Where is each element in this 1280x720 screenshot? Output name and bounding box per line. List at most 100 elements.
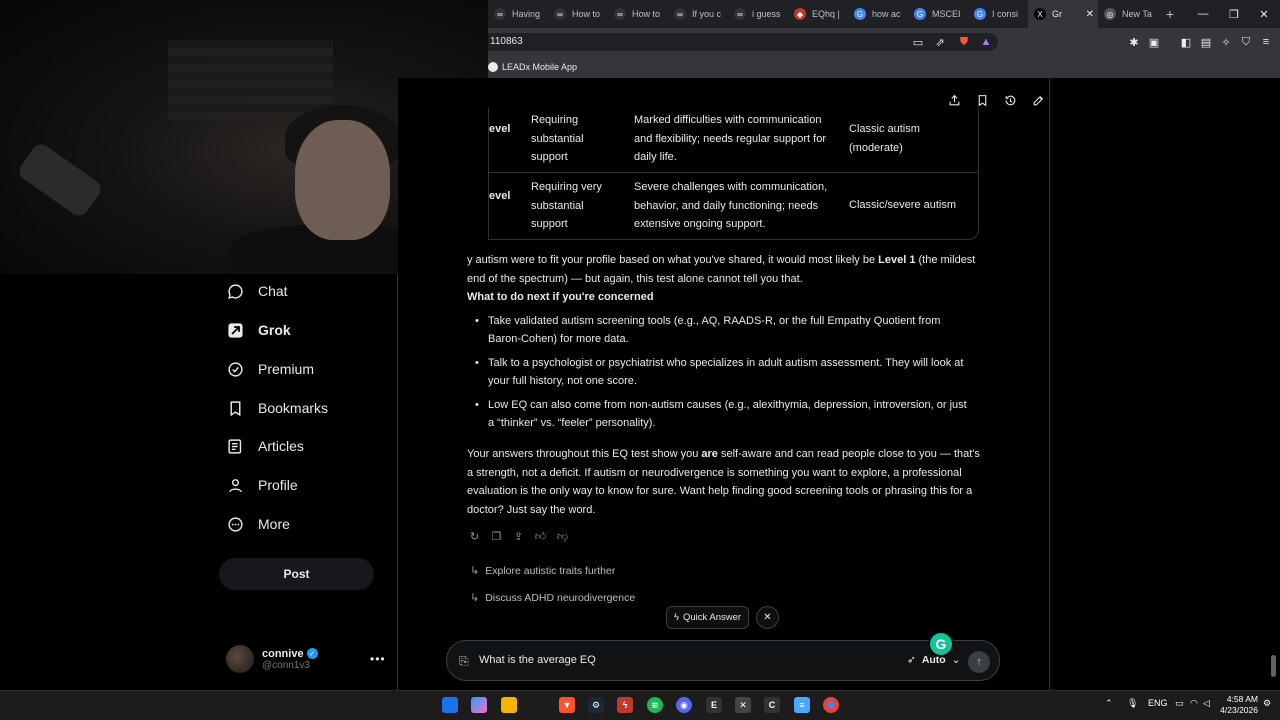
steam-icon[interactable]: ⚙: [588, 697, 604, 713]
new-chat-icon[interactable]: [1030, 92, 1046, 108]
new-tab-button[interactable]: +: [1158, 0, 1182, 28]
rocket-icon: ➶: [907, 654, 916, 666]
sidebar-item-grok[interactable]: Grok: [226, 318, 291, 342]
tab[interactable]: ∞ If you c: [668, 0, 728, 28]
leo-ai-icon[interactable]: ✧: [1218, 34, 1234, 50]
microphone-icon[interactable]: 🎙︎: [1127, 698, 1138, 709]
account-more-icon[interactable]: •••: [370, 652, 386, 666]
chat-toolbar: [946, 92, 1046, 108]
regenerate-icon[interactable]: ↻: [468, 530, 481, 543]
bookmarks-bar: LEADx Mobile App: [488, 56, 1280, 78]
grok-icon: [226, 321, 244, 339]
copy-icon[interactable]: ❐: [490, 530, 503, 543]
cast-icon[interactable]: ▭: [910, 34, 926, 50]
autism-levels-table: evel Requiring substantial support Marke…: [488, 108, 979, 240]
page-scrollbar[interactable]: [1271, 655, 1276, 677]
close-tab-icon[interactable]: ✕: [1086, 9, 1094, 20]
attach-icon[interactable]: ⎘: [459, 654, 469, 669]
x-sidebar: [0, 274, 398, 690]
spotify-icon[interactable]: ≋: [647, 697, 663, 713]
thumbs-up-icon[interactable]: 👍︎: [534, 530, 547, 543]
message-composer[interactable]: ⎘ What is the average EQ ➶ Auto ⌄ ↑: [446, 640, 1000, 681]
wallet-icon[interactable]: ▤: [1198, 34, 1214, 50]
system-clock[interactable]: 4:58 AM 4/23/2026: [1208, 694, 1258, 716]
tab[interactable]: GI consi: [968, 0, 1028, 28]
notifications-icon[interactable]: ⚙: [1263, 698, 1271, 709]
sidebar-toggle-icon[interactable]: ◧: [1178, 34, 1194, 50]
epic-games-icon[interactable]: E: [706, 697, 722, 713]
thumbs-down-icon[interactable]: 👎︎: [556, 530, 569, 543]
sidebar-item-label: Profile: [258, 477, 298, 493]
close-quick-answer-icon[interactable]: ✕: [756, 606, 779, 629]
wifi-icon[interactable]: ◠: [1190, 698, 1198, 709]
app-c-icon[interactable]: C: [764, 697, 780, 713]
sidebar-item-premium[interactable]: Premium: [226, 357, 314, 381]
avatar: [226, 645, 254, 673]
tab-active[interactable]: X Gr ✕: [1028, 0, 1098, 28]
sidebar-item-label: More: [258, 516, 290, 532]
message-input[interactable]: What is the average EQ: [479, 654, 596, 666]
language-indicator[interactable]: ENG: [1148, 698, 1168, 708]
tab-favicon-icon: G: [854, 8, 866, 20]
xbox-icon[interactable]: ✕: [735, 697, 751, 713]
background-flag: [168, 40, 333, 120]
article-icon: [226, 437, 244, 455]
bookmark-icon[interactable]: [974, 92, 990, 108]
tab[interactable]: ∞ How to: [608, 0, 668, 28]
tab-favicon-icon: ∞: [554, 8, 566, 20]
share-icon[interactable]: [946, 92, 962, 108]
chrome-icon[interactable]: [823, 697, 839, 713]
app-icon[interactable]: ϟ: [617, 697, 633, 713]
mode-selector[interactable]: ➶ Auto ⌄: [907, 654, 961, 666]
tab[interactable]: ◎ New Ta: [1098, 0, 1158, 28]
windows-start-icon[interactable]: [442, 697, 458, 713]
menu-icon[interactable]: ≡: [1258, 34, 1274, 50]
sidebar-item-label: Bookmarks: [258, 400, 329, 416]
tab[interactable]: G MSCEI: [908, 0, 968, 28]
minimize-icon[interactable]: —: [1187, 0, 1219, 28]
brave-shield-icon[interactable]: ⛊: [956, 34, 972, 50]
account-switcher[interactable]: connive ✓ @conn1v3: [226, 645, 318, 673]
follow-up-arrow-icon: ↳: [470, 592, 480, 604]
network-icon[interactable]: ▭: [1175, 698, 1184, 709]
tab[interactable]: ∞ Having: [488, 0, 548, 28]
account-name: connive ✓: [262, 648, 318, 660]
discord-icon[interactable]: ◉: [676, 697, 692, 713]
tab[interactable]: ◆ EQhq |: [788, 0, 848, 28]
list-item: Take validated autism screening tools (e…: [475, 312, 975, 348]
post-button[interactable]: Post: [219, 558, 374, 590]
sidebar-item-profile[interactable]: Profile: [226, 473, 298, 497]
tab[interactable]: ∞ i guess: [728, 0, 788, 28]
extensions-icon[interactable]: ✱: [1126, 34, 1142, 50]
tab[interactable]: Ghow ac: [848, 0, 908, 28]
sidebar-item-chat[interactable]: Chat: [226, 279, 288, 303]
history-icon[interactable]: [1002, 92, 1018, 108]
sidebar-item-bookmarks[interactable]: Bookmarks: [226, 396, 328, 420]
sidebar-item-more[interactable]: More: [226, 512, 290, 536]
tab[interactable]: ∞ How to: [548, 0, 608, 28]
share-icon[interactable]: ⇗: [932, 34, 948, 50]
quick-answer-button[interactable]: ϟ Quick Answer: [666, 606, 749, 629]
account-handle: @conn1v3: [262, 659, 310, 671]
sidebar-item-articles[interactable]: Articles: [226, 434, 304, 458]
suggestion-discuss-adhd[interactable]: ↳ Discuss ADHD neurodivergence: [470, 591, 635, 605]
brave-browser-icon[interactable]: ▼: [559, 697, 575, 713]
grammarly-icon[interactable]: G: [928, 631, 954, 657]
level-paragraph: y autism were to fit your profile based …: [467, 254, 976, 285]
maximize-icon[interactable]: ❐: [1218, 0, 1250, 28]
address-bar: 110863 ▭ ⇗ ⛊ ▲ ✱ ▣ ◧ ▤ ✧ ⛉ ≡: [488, 28, 1280, 56]
suggestion-explore-autistic-traits[interactable]: ↳ Explore autistic traits further: [470, 564, 615, 578]
tab-favicon-icon: ∞: [494, 8, 506, 20]
copilot-icon[interactable]: [471, 697, 487, 713]
brave-rewards-icon[interactable]: ▲: [978, 34, 994, 50]
share-icon[interactable]: ⇪: [512, 530, 525, 543]
vpn-icon[interactable]: ⛉: [1238, 34, 1254, 50]
show-hidden-icons-icon[interactable]: ⌃: [1105, 698, 1113, 709]
bookmark-leadx[interactable]: LEADx Mobile App: [502, 62, 577, 72]
file-explorer-icon[interactable]: [501, 697, 517, 713]
closing-paragraph: Your answers throughout this EQ test sho…: [467, 448, 980, 516]
notepad-icon[interactable]: ≡: [794, 697, 810, 713]
media-icon[interactable]: ▣: [1146, 34, 1162, 50]
close-window-icon[interactable]: ✕: [1248, 0, 1280, 28]
send-button[interactable]: ↑: [968, 651, 990, 673]
